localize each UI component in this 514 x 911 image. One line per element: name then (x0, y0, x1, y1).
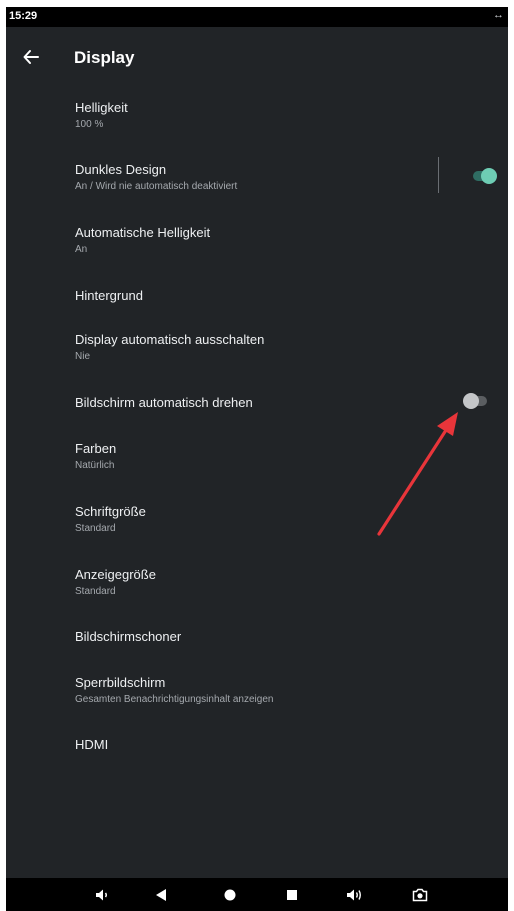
red-arrow-annotation (377, 412, 458, 536)
back-triangle-icon[interactable] (152, 886, 170, 904)
volume-down-icon[interactable] (93, 886, 111, 904)
screen: 15:29 ↔ Display Helligkeit 100 % Dunkles… (6, 7, 508, 911)
navigation-bar (6, 878, 508, 911)
recents-square-icon[interactable] (283, 886, 301, 904)
screenshot-camera-icon[interactable] (411, 886, 429, 904)
volume-up-icon[interactable] (346, 886, 364, 904)
home-circle-icon[interactable] (221, 886, 239, 904)
